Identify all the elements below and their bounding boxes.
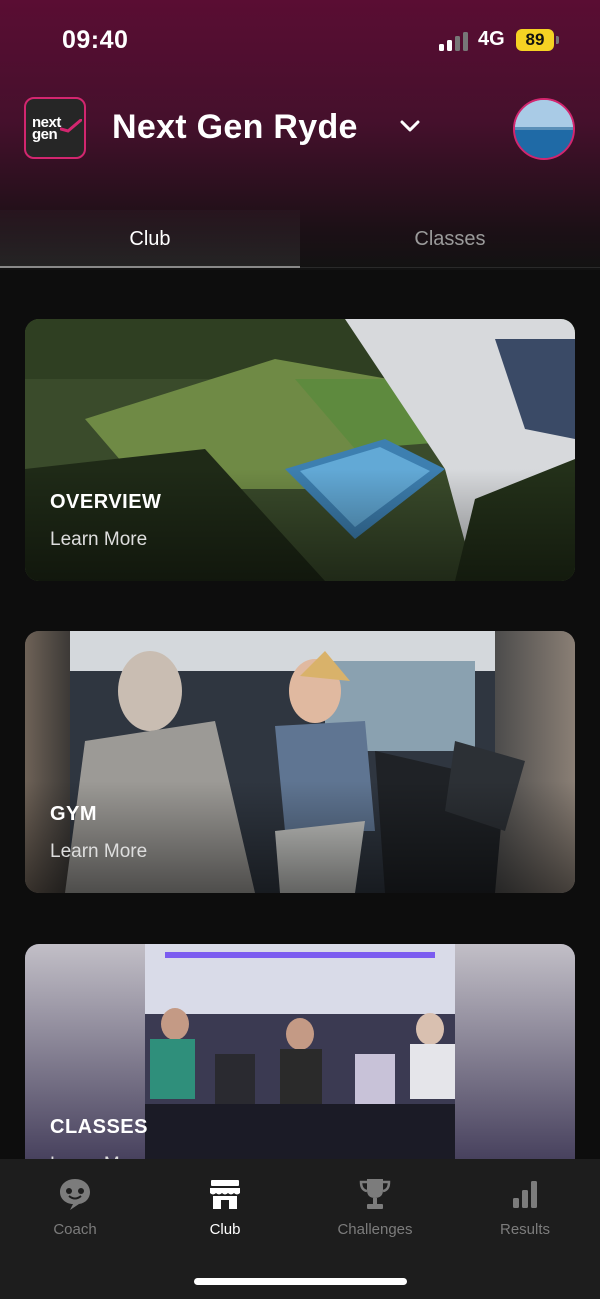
logo-wordmark: next gen xyxy=(32,114,61,143)
trophy-icon xyxy=(359,1179,391,1209)
active-tab-indicator xyxy=(0,266,300,268)
network-type: 4G xyxy=(478,28,505,50)
status-time: 09:40 xyxy=(62,26,129,54)
tab-classes[interactable]: Classes xyxy=(300,210,600,268)
logo-swoosh-icon xyxy=(60,119,82,133)
card-title: GYM xyxy=(50,803,98,825)
nav-label: Results xyxy=(499,1221,551,1238)
tab-divider xyxy=(300,267,600,268)
tab-club[interactable]: Club xyxy=(0,210,300,268)
segmented-tabs: Club Classes xyxy=(0,210,600,270)
nav-label: Club xyxy=(209,1221,241,1238)
status-bar: 09:40 4G 89 xyxy=(0,0,600,80)
card-title: OVERVIEW xyxy=(50,491,162,513)
nav-label: Coach xyxy=(53,1221,97,1238)
learn-more-link[interactable]: Learn More xyxy=(50,529,147,551)
nav-results[interactable]: Results xyxy=(450,1159,600,1259)
learn-more-link[interactable]: Learn More xyxy=(50,841,147,863)
bar-chart-icon xyxy=(513,1181,537,1208)
nav-challenges[interactable]: Challenges xyxy=(300,1159,450,1259)
nav-coach[interactable]: Coach xyxy=(0,1159,150,1259)
gym-card[interactable]: GYM Learn More xyxy=(25,631,575,893)
cellular-signal-icon xyxy=(439,31,469,51)
card-title: CLASSES xyxy=(50,1116,148,1138)
nav-label: Challenges xyxy=(337,1221,413,1238)
chevron-down-icon[interactable] xyxy=(398,116,422,136)
chat-bubble-icon xyxy=(60,1179,90,1210)
club-name[interactable]: Next Gen Ryde xyxy=(112,108,358,147)
profile-avatar[interactable] xyxy=(513,98,575,160)
club-logo[interactable]: next gen xyxy=(24,97,86,159)
home-indicator[interactable] xyxy=(194,1278,407,1285)
storefront-icon xyxy=(210,1180,240,1209)
battery-icon: 89 xyxy=(516,29,554,51)
battery-nub xyxy=(556,36,559,44)
overview-card[interactable]: OVERVIEW Learn More xyxy=(25,319,575,581)
nav-club[interactable]: Club xyxy=(150,1159,300,1259)
